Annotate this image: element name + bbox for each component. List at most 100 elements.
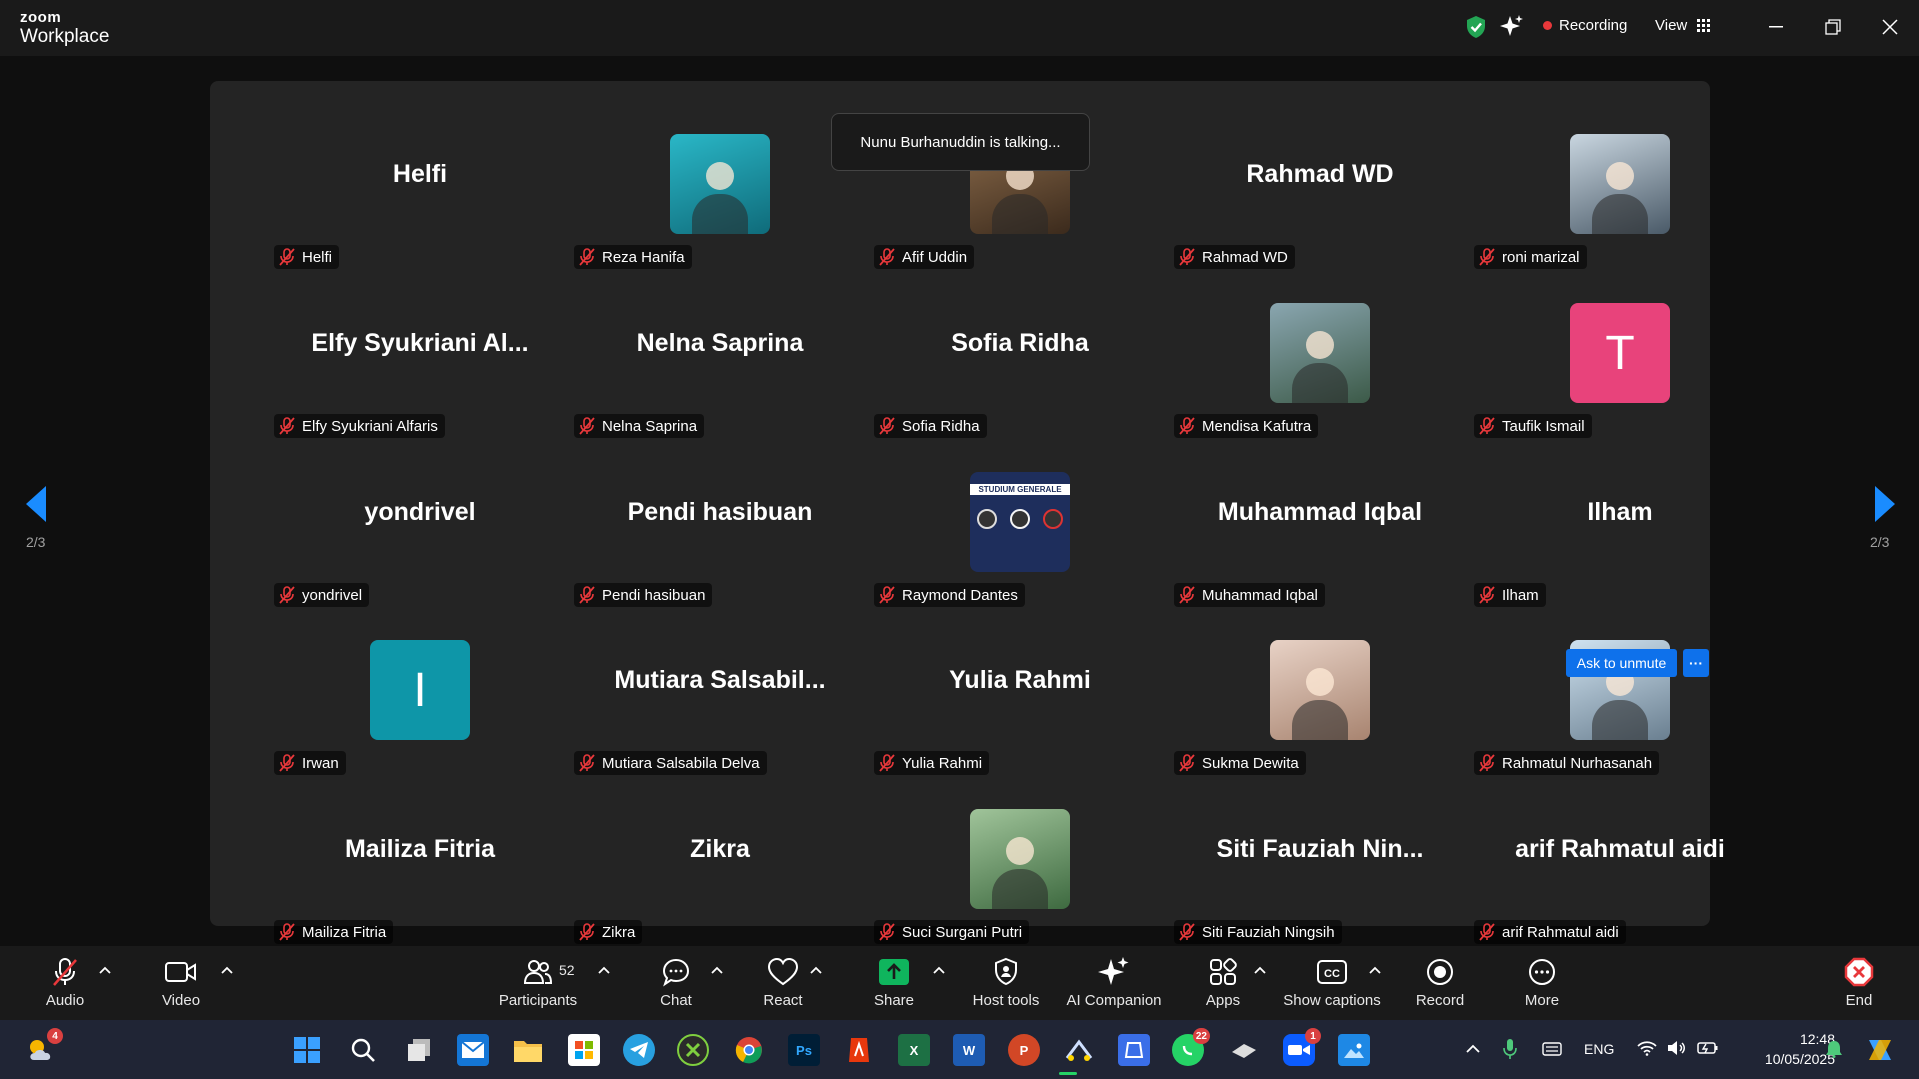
participant-name-tag: Muhammad Iqbal — [1174, 583, 1325, 607]
participant-profile-picture — [970, 809, 1070, 909]
participant-tile[interactable]: Rahmatul Nurhasanah — [1470, 620, 1770, 789]
participant-tile[interactable]: Mendisa Kafutra — [1170, 283, 1470, 452]
participant-tile[interactable]: Nelna Saprina Nelna Saprina — [570, 283, 870, 452]
share-options-caret-icon[interactable] — [933, 966, 945, 974]
excel-icon[interactable]: X — [898, 1034, 930, 1066]
scanner-app-icon[interactable] — [1118, 1034, 1150, 1066]
ai-sparkle-icon[interactable] — [1500, 14, 1524, 38]
muted-microphone-icon — [579, 923, 595, 941]
participant-tile[interactable]: roni marizal — [1470, 114, 1770, 283]
previous-page-arrow-icon[interactable] — [22, 484, 48, 524]
participant-tile[interactable]: Reza Hanifa — [570, 114, 870, 283]
telegram-icon[interactable] — [623, 1034, 655, 1066]
apps-button[interactable]: Apps — [1163, 956, 1283, 1009]
file-explorer-icon[interactable] — [512, 1034, 544, 1066]
system-clock[interactable]: 12:48 10/05/2025 — [1735, 1029, 1835, 1069]
participant-tile[interactable]: Muhammad Iqbal Muhammad Iqbal — [1170, 452, 1470, 621]
participant-tile[interactable]: Elfy Syukriani Al... Elfy Syukriani Alfar… — [270, 283, 570, 452]
show-hidden-icons-icon[interactable] — [1465, 1041, 1481, 1057]
volume-icon[interactable] — [1667, 1040, 1687, 1056]
participant-name-tag: Suci Surgani Putri — [874, 920, 1030, 944]
participant-tile[interactable]: Sofia Ridha Sofia Ridha — [870, 283, 1170, 452]
participant-initial-avatar: I — [370, 640, 470, 740]
tablet-app-icon[interactable] — [1228, 1034, 1260, 1066]
chat-button[interactable]: Chat — [616, 956, 736, 1009]
notifications-bell-icon[interactable] — [1825, 1040, 1843, 1058]
participant-tile[interactable]: Mutiara Salsabil... Mutiara Salsabila Del… — [570, 620, 870, 789]
participant-tile[interactable]: I Irwan — [270, 620, 570, 789]
participant-profile-picture — [670, 134, 770, 234]
participant-tile[interactable]: Ilham Ilham — [1470, 452, 1770, 621]
participant-tile[interactable]: T Taufik Ismail — [1470, 283, 1770, 452]
powerpoint-icon[interactable]: P — [1008, 1034, 1040, 1066]
participant-name-tag: Yulia Rahmi — [874, 751, 990, 775]
photos-app-icon[interactable] — [1338, 1034, 1370, 1066]
close-window-button[interactable] — [1875, 12, 1905, 42]
microsoft-store-icon[interactable] — [568, 1034, 600, 1066]
chat-options-caret-icon[interactable] — [711, 966, 723, 974]
react-button[interactable]: React — [723, 956, 843, 1009]
task-view-icon[interactable] — [403, 1034, 435, 1066]
participant-tile[interactable]: STUDIUM GENERALE Raymond Dantes — [870, 452, 1170, 621]
participant-tile[interactable]: Zikra Zikra — [570, 789, 870, 958]
wifi-icon[interactable] — [1637, 1040, 1657, 1056]
snipping-tool-icon[interactable] — [1063, 1034, 1095, 1066]
muted-microphone-icon — [279, 248, 295, 266]
participant-tile[interactable]: Suci Surgani Putri — [870, 789, 1170, 958]
video-button[interactable]: Video — [121, 956, 241, 1009]
participant-tile[interactable]: Rahmad WD Rahmad WD — [1170, 114, 1470, 283]
weather-widget-icon[interactable]: 4 — [25, 1028, 63, 1066]
host-tools-button[interactable]: Host tools — [946, 956, 1066, 1009]
participant-tile[interactable]: Pendi hasibuan Pendi hasibuan — [570, 452, 870, 621]
participant-tile[interactable]: Siti Fauziah Nin... Siti Fauziah Ningsih — [1170, 789, 1470, 958]
acrobat-icon[interactable] — [843, 1034, 875, 1066]
participant-tile[interactable]: Yulia Rahmi Yulia Rahmi — [870, 620, 1170, 789]
encryption-shield-icon[interactable] — [1465, 15, 1487, 39]
recording-indicator[interactable]: Recording — [1543, 17, 1627, 34]
zoom-app-icon[interactable]: 1 — [1283, 1028, 1321, 1066]
ask-to-unmute-button[interactable]: Ask to unmute — [1566, 649, 1677, 677]
share-button[interactable]: Share — [834, 956, 954, 1009]
microphone-tray-icon[interactable] — [1503, 1038, 1517, 1060]
participant-tile[interactable]: Helfi Helfi — [270, 114, 570, 283]
battery-icon[interactable] — [1697, 1040, 1719, 1056]
participant-tile[interactable]: arif Rahmatul aidi arif Rahmatul aidi — [1470, 789, 1770, 958]
audio-button[interactable]: Audio — [5, 956, 125, 1009]
photoshop-icon[interactable]: Ps — [788, 1034, 820, 1066]
start-menu-icon[interactable] — [291, 1034, 323, 1066]
end-label: End — [1845, 992, 1873, 1009]
whatsapp-icon[interactable]: 22 — [1172, 1028, 1210, 1066]
input-language[interactable]: ENG — [1584, 1041, 1614, 1057]
minimize-icon — [1769, 26, 1783, 28]
participants-options-caret-icon[interactable] — [598, 966, 610, 974]
keyboard-tray-icon[interactable] — [1542, 1042, 1562, 1056]
record-label: Record — [1415, 992, 1465, 1009]
participants-button[interactable]: Participants — [478, 956, 598, 1009]
end-meeting-button[interactable]: End — [1799, 956, 1919, 1009]
xbox-app-icon[interactable] — [677, 1034, 709, 1066]
participant-tile[interactable]: Mailiza Fitria Mailiza Fitria — [270, 789, 570, 958]
audio-options-caret-icon[interactable] — [99, 966, 111, 974]
video-options-caret-icon[interactable] — [221, 966, 233, 974]
next-page-arrow-icon[interactable] — [1873, 484, 1899, 524]
view-button[interactable]: View — [1655, 17, 1711, 34]
copilot-icon[interactable] — [1865, 1036, 1895, 1064]
search-icon[interactable] — [347, 1034, 379, 1066]
word-icon[interactable]: W — [953, 1034, 985, 1066]
more-button[interactable]: More — [1482, 956, 1602, 1009]
tile-more-options-button[interactable]: ··· — [1683, 649, 1709, 677]
restore-button[interactable] — [1818, 12, 1848, 42]
ai-companion-button[interactable]: AI Companion — [1054, 956, 1174, 1009]
chrome-icon[interactable] — [733, 1034, 765, 1066]
muted-microphone-icon — [1179, 417, 1195, 435]
mail-app-icon[interactable] — [457, 1034, 489, 1066]
react-options-caret-icon[interactable] — [810, 966, 822, 974]
show-captions-button[interactable]: CC Show captions — [1272, 956, 1392, 1009]
participant-tile[interactable]: yondrivel yondrivel — [270, 452, 570, 621]
chat-bubble-icon — [662, 958, 690, 987]
minimize-button[interactable] — [1761, 12, 1791, 42]
muted-microphone-icon — [579, 248, 595, 266]
microphone-muted-icon — [53, 958, 77, 986]
participant-tile[interactable]: Sukma Dewita — [1170, 620, 1470, 789]
apps-options-caret-icon[interactable] — [1254, 966, 1266, 974]
